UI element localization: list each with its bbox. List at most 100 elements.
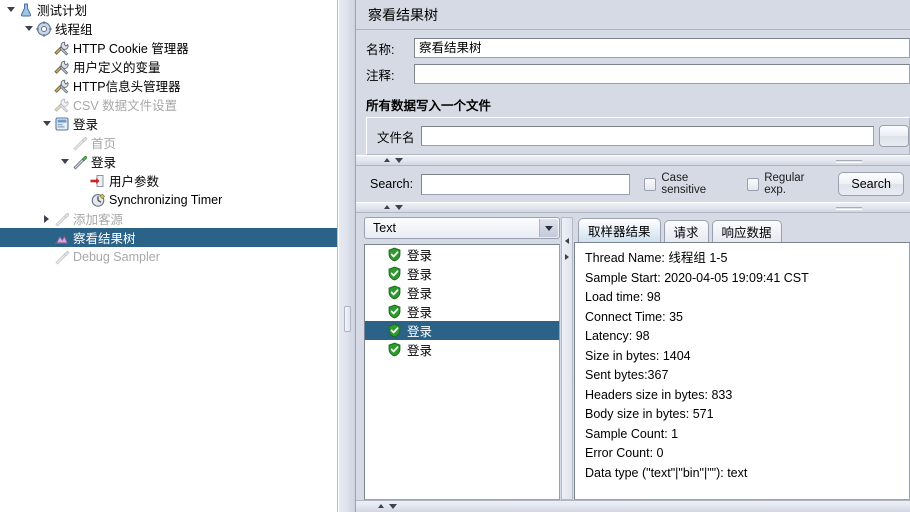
sample-result-list[interactable]: 登录 登录 登录 登录 登录 登录 [364, 244, 560, 500]
splitter-collapse-arrows-2[interactable] [384, 205, 403, 210]
tree-item-label: 察看结果树 [73, 232, 136, 246]
chevron-down-icon[interactable] [58, 155, 71, 168]
splitter-collapse-arrows[interactable] [384, 158, 403, 163]
tree-item-label: 测试计划 [37, 4, 88, 18]
chevron-down-icon[interactable] [539, 219, 558, 237]
tree-item-3[interactable]: 用户定义的变量 [0, 57, 337, 76]
tree-item-label: Synchronizing Timer [109, 192, 223, 207]
success-shield-icon [387, 323, 402, 338]
tree-item-label: 登录 [91, 156, 117, 170]
jmeter-window: 测试计划 线程组 HTTP Cookie 管理器 用户定义的变量 HTTP信息头管理器 C… [0, 0, 910, 512]
write-file-group-title: 所有数据写入一个文件 [366, 99, 492, 113]
comment-row: 注释: [366, 61, 910, 87]
chevron-down-icon[interactable] [40, 117, 53, 130]
bottom-splitter[interactable] [356, 500, 910, 512]
bottom-collapse-arrows[interactable] [378, 504, 397, 509]
detail-line: Headers size in bytes: 833 [585, 387, 733, 402]
write-file-group: 所有数据写入一个文件 文件名 [366, 95, 910, 155]
tree-item-1[interactable]: 线程组 [0, 19, 337, 38]
splitter-grip-lines [836, 160, 862, 163]
tab-0[interactable]: 取样器结果 [578, 218, 661, 242]
tree-toggle-spacer [40, 60, 53, 73]
success-shield-icon [387, 285, 402, 300]
sampler-result-text[interactable]: Thread Name: 线程组 1-5 Sample Start: 2020-0… [574, 242, 910, 500]
tree-item-5[interactable]: CSV 数据文件设置 [0, 95, 337, 114]
chevron-down-icon[interactable] [22, 22, 35, 35]
collapse-up-icon-2[interactable] [384, 205, 390, 209]
splitter-grip-lines-2 [836, 207, 862, 210]
listener-icon [53, 230, 70, 246]
vertical-splitter[interactable] [338, 0, 356, 512]
collapse-up-icon[interactable] [384, 158, 390, 162]
list-item[interactable]: 登录 [365, 321, 559, 340]
test-plan-tree[interactable]: 测试计划 线程组 HTTP Cookie 管理器 用户定义的变量 HTTP信息头管理器 C… [0, 0, 338, 512]
collapse-down-icon[interactable] [395, 158, 403, 163]
tree-item-label: HTTP信息头管理器 [73, 80, 181, 94]
wrench-icon [53, 59, 70, 75]
tree-item-7[interactable]: 首页 [0, 133, 337, 152]
tree-toggle-spacer [76, 174, 89, 187]
tree-item-4[interactable]: HTTP信息头管理器 [0, 76, 337, 95]
tree-item-6[interactable]: 登录 [0, 114, 337, 133]
list-item-label: 登录 [407, 344, 433, 358]
search-button[interactable]: Search [838, 172, 904, 196]
lower-horizontal-splitter[interactable] [356, 202, 910, 213]
page-title: 察看结果树 [356, 0, 910, 30]
tree-toggle-spacer [40, 79, 53, 92]
scroll-right-icon[interactable] [565, 254, 569, 260]
search-toolbar: Search: Case sensitive Regular exp. Sear… [356, 166, 910, 202]
tree-item-label: 登录 [73, 118, 99, 132]
upper-horizontal-splitter[interactable] [356, 155, 910, 166]
chevron-right-icon[interactable] [40, 212, 53, 225]
tab-2[interactable]: 响应数据 [711, 220, 782, 242]
tree-item-8[interactable]: 登录 [0, 152, 337, 171]
chevron-down-icon[interactable] [4, 3, 17, 16]
results-pane-scroller[interactable] [561, 217, 573, 500]
bottom-collapse-up-icon[interactable] [378, 504, 384, 508]
detail-line: Sent bytes:367 [585, 368, 669, 382]
collapse-down-icon-2[interactable] [395, 205, 403, 210]
tree-toggle-spacer [40, 250, 53, 263]
controller-icon [53, 116, 70, 132]
result-tabs[interactable]: 取样器结果 请求 响应数据 [574, 217, 910, 242]
success-shield-icon [387, 266, 402, 281]
bottom-collapse-down-icon[interactable] [389, 504, 397, 509]
tree-item-13[interactable]: Debug Sampler [0, 247, 337, 266]
tree-toggle-spacer [76, 193, 89, 206]
case-sensitive-box-icon[interactable] [643, 177, 657, 191]
renderer-select[interactable]: Text [364, 217, 560, 239]
list-item-label: 登录 [407, 325, 433, 339]
list-item[interactable]: 登录 [365, 340, 559, 359]
sampler-icon [53, 249, 70, 265]
list-item[interactable]: 登录 [365, 264, 559, 283]
wrench-icon [53, 40, 70, 56]
list-item-label: 登录 [407, 287, 433, 301]
case-sensitive-label: Case sensitive [661, 172, 707, 196]
tree-item-11[interactable]: 添加客源 [0, 209, 337, 228]
name-input[interactable]: 察看结果树 [414, 38, 910, 58]
regular-exp-checkbox[interactable]: Regular exp. [746, 172, 827, 196]
tab-1[interactable]: 请求 [663, 220, 709, 242]
sampler-icon [53, 211, 70, 227]
tree-item-0[interactable]: 测试计划 [0, 0, 337, 19]
tree-item-12[interactable]: 察看结果树 [0, 228, 337, 247]
list-item[interactable]: 登录 [365, 245, 559, 264]
search-input[interactable] [421, 173, 630, 195]
tree-item-2[interactable]: HTTP Cookie 管理器 [0, 38, 337, 57]
list-item[interactable]: 登录 [365, 283, 559, 302]
tree-item-10[interactable]: Synchronizing Timer [0, 190, 337, 209]
tree-item-9[interactable]: 用户参数 [0, 171, 337, 190]
list-item[interactable]: 登录 [365, 302, 559, 321]
success-shield-icon [387, 342, 402, 357]
splitter-grip[interactable] [344, 306, 351, 332]
scroll-left-icon[interactable] [565, 238, 569, 244]
comment-input[interactable] [414, 64, 910, 84]
detail-line: Connect Time: 35 [585, 309, 683, 324]
tree-item-label: 添加客源 [73, 213, 124, 227]
browse-button[interactable] [879, 125, 909, 147]
case-sensitive-checkbox[interactable]: Case sensitive [643, 172, 733, 196]
detail-line: Size in bytes: 1404 [585, 348, 691, 363]
regular-exp-box-icon[interactable] [746, 177, 760, 191]
filename-input[interactable] [420, 126, 874, 146]
tree-toggle-spacer [58, 136, 71, 149]
